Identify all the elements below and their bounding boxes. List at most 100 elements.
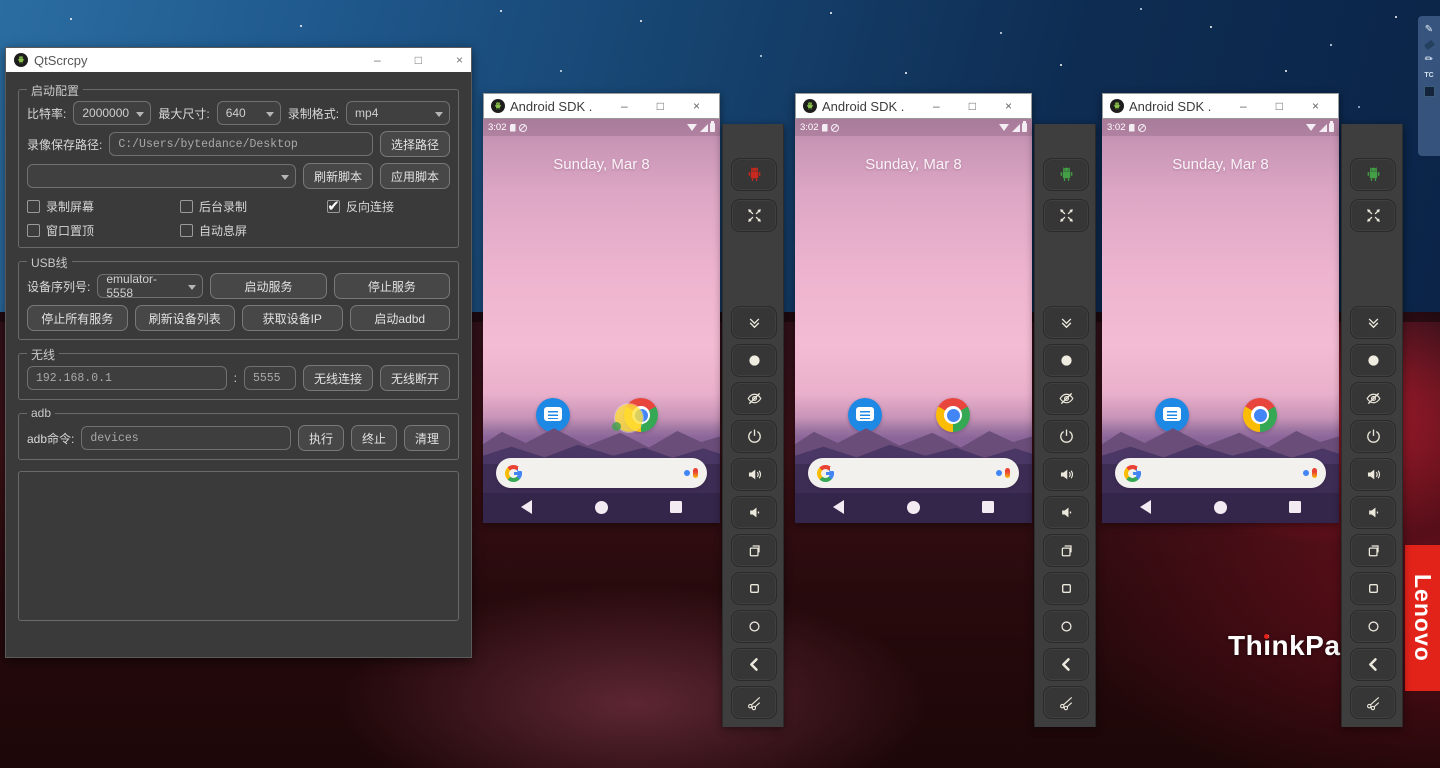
output-console[interactable] xyxy=(18,471,459,621)
app-switch-button[interactable] xyxy=(1043,534,1089,567)
messages-app-icon[interactable] xyxy=(1155,398,1189,432)
recents-button[interactable] xyxy=(1350,572,1396,605)
marker-icon[interactable]: ✏ xyxy=(1425,55,1433,65)
nav-recents-button[interactable] xyxy=(1289,501,1301,513)
screen-off-button[interactable] xyxy=(1350,382,1396,415)
wireless-connect-button[interactable]: 无线连接 xyxy=(303,365,373,391)
checkbox-record-screen[interactable]: 录制屏幕 xyxy=(27,198,173,215)
script-select[interactable] xyxy=(27,164,296,188)
volume-down-button[interactable] xyxy=(731,496,777,529)
checkbox-reverse-connect[interactable]: ✔反向连接 xyxy=(327,198,394,215)
nav-recents-button[interactable] xyxy=(670,501,682,513)
fullscreen-button[interactable] xyxy=(731,199,777,232)
chrome-app-icon[interactable] xyxy=(1243,398,1277,432)
home-button[interactable] xyxy=(731,610,777,643)
qtscrcpy-titlebar[interactable]: QtScrcpy – □ × xyxy=(6,48,471,72)
expand-toolbar-button[interactable] xyxy=(1350,306,1396,339)
phone-screen[interactable]: 3:02 Sunday, Mar 8 xyxy=(483,119,720,523)
back-button[interactable] xyxy=(1043,648,1089,681)
close-button[interactable]: × xyxy=(693,99,700,113)
group-control-button[interactable] xyxy=(1043,158,1089,191)
expand-toolbar-button[interactable] xyxy=(731,306,777,339)
checkbox-window-on-top[interactable]: 窗口置顶 xyxy=(27,222,173,239)
app-switch-button[interactable] xyxy=(1350,534,1396,567)
group-control-button[interactable] xyxy=(1350,158,1396,191)
group-control-button[interactable] xyxy=(731,158,777,191)
fullscreen-button[interactable] xyxy=(1043,199,1089,232)
max-size-select[interactable]: 640 xyxy=(217,101,281,125)
power-button[interactable] xyxy=(731,420,777,453)
screen-off-button[interactable] xyxy=(1043,382,1089,415)
record-format-select[interactable]: mp4 xyxy=(346,101,450,125)
screen-clip-button[interactable] xyxy=(1043,686,1089,719)
back-button[interactable] xyxy=(1350,648,1396,681)
volume-up-button[interactable] xyxy=(731,458,777,491)
messages-app-icon[interactable] xyxy=(848,398,882,432)
home-button[interactable] xyxy=(1043,610,1089,643)
mic-icon[interactable] xyxy=(684,468,698,478)
nav-back-button[interactable] xyxy=(833,500,844,514)
emulator-titlebar[interactable]: Android SDK ... – □ × xyxy=(1102,93,1339,119)
checkbox-auto-screen-off[interactable]: 自动息屏 xyxy=(180,222,247,239)
nav-home-button[interactable] xyxy=(595,501,608,514)
adb-command-input[interactable] xyxy=(81,426,291,450)
google-search-bar[interactable] xyxy=(808,458,1019,488)
minimize-button[interactable]: – xyxy=(933,99,940,113)
chrome-app-icon[interactable] xyxy=(936,398,970,432)
refresh-device-list-button[interactable]: 刷新设备列表 xyxy=(135,305,236,331)
volume-down-button[interactable] xyxy=(1350,496,1396,529)
nav-home-button[interactable] xyxy=(907,501,920,514)
expand-toolbar-button[interactable] xyxy=(1043,306,1089,339)
choose-path-button[interactable]: 选择路径 xyxy=(380,131,450,157)
apply-script-button[interactable]: 应用脚本 xyxy=(380,163,450,189)
stop-all-services-button[interactable]: 停止所有服务 xyxy=(27,305,128,331)
save-path-input[interactable] xyxy=(109,132,373,156)
color-swatch[interactable] xyxy=(1424,86,1435,97)
phone-screen[interactable]: 3:02 Sunday, Mar 8 xyxy=(795,119,1032,523)
app-switch-button[interactable] xyxy=(731,534,777,567)
google-search-bar[interactable] xyxy=(496,458,707,488)
minimize-button[interactable]: – xyxy=(1240,99,1247,113)
clear-button[interactable]: 清理 xyxy=(404,425,450,451)
nav-back-button[interactable] xyxy=(1140,500,1151,514)
minimize-button[interactable]: – xyxy=(621,99,628,113)
minimize-button[interactable]: – xyxy=(374,53,381,67)
recents-button[interactable] xyxy=(1043,572,1089,605)
screen-clip-button[interactable] xyxy=(1350,686,1396,719)
text-tool-button[interactable]: TC xyxy=(1424,72,1433,79)
google-search-bar[interactable] xyxy=(1115,458,1326,488)
screen-off-button[interactable] xyxy=(731,382,777,415)
execute-button[interactable]: 执行 xyxy=(298,425,344,451)
close-button[interactable]: × xyxy=(1312,99,1319,113)
volume-up-button[interactable] xyxy=(1043,458,1089,491)
maximize-button[interactable]: □ xyxy=(657,99,664,113)
mic-icon[interactable] xyxy=(996,468,1010,478)
home-button[interactable] xyxy=(1350,610,1396,643)
screenshot-button[interactable] xyxy=(731,344,777,377)
nav-home-button[interactable] xyxy=(1214,501,1227,514)
wireless-disconnect-button[interactable]: 无线断开 xyxy=(380,365,450,391)
bitrate-select[interactable]: 2000000 xyxy=(73,101,151,125)
screenshot-button[interactable] xyxy=(1350,344,1396,377)
start-service-button[interactable]: 启动服务 xyxy=(210,273,326,299)
eraser-icon[interactable] xyxy=(1424,40,1435,50)
screen-clip-button[interactable] xyxy=(731,686,777,719)
volume-up-button[interactable] xyxy=(1350,458,1396,491)
power-button[interactable] xyxy=(1350,420,1396,453)
stop-service-button[interactable]: 停止服务 xyxy=(334,273,450,299)
fullscreen-button[interactable] xyxy=(1350,199,1396,232)
terminate-button[interactable]: 终止 xyxy=(351,425,397,451)
checkbox-background-record[interactable]: 后台录制 xyxy=(180,198,320,215)
close-button[interactable]: × xyxy=(1005,99,1012,113)
refresh-script-button[interactable]: 刷新脚本 xyxy=(303,163,373,189)
power-button[interactable] xyxy=(1043,420,1089,453)
start-adbd-button[interactable]: 启动adbd xyxy=(350,305,451,331)
messages-app-icon[interactable] xyxy=(536,398,570,432)
nav-recents-button[interactable] xyxy=(982,501,994,513)
mic-icon[interactable] xyxy=(1303,468,1317,478)
maximize-button[interactable]: □ xyxy=(1276,99,1283,113)
wireless-ip-input[interactable] xyxy=(27,366,227,390)
screenshot-button[interactable] xyxy=(1043,344,1089,377)
phone-screen[interactable]: 3:02 Sunday, Mar 8 xyxy=(1102,119,1339,523)
volume-down-button[interactable] xyxy=(1043,496,1089,529)
